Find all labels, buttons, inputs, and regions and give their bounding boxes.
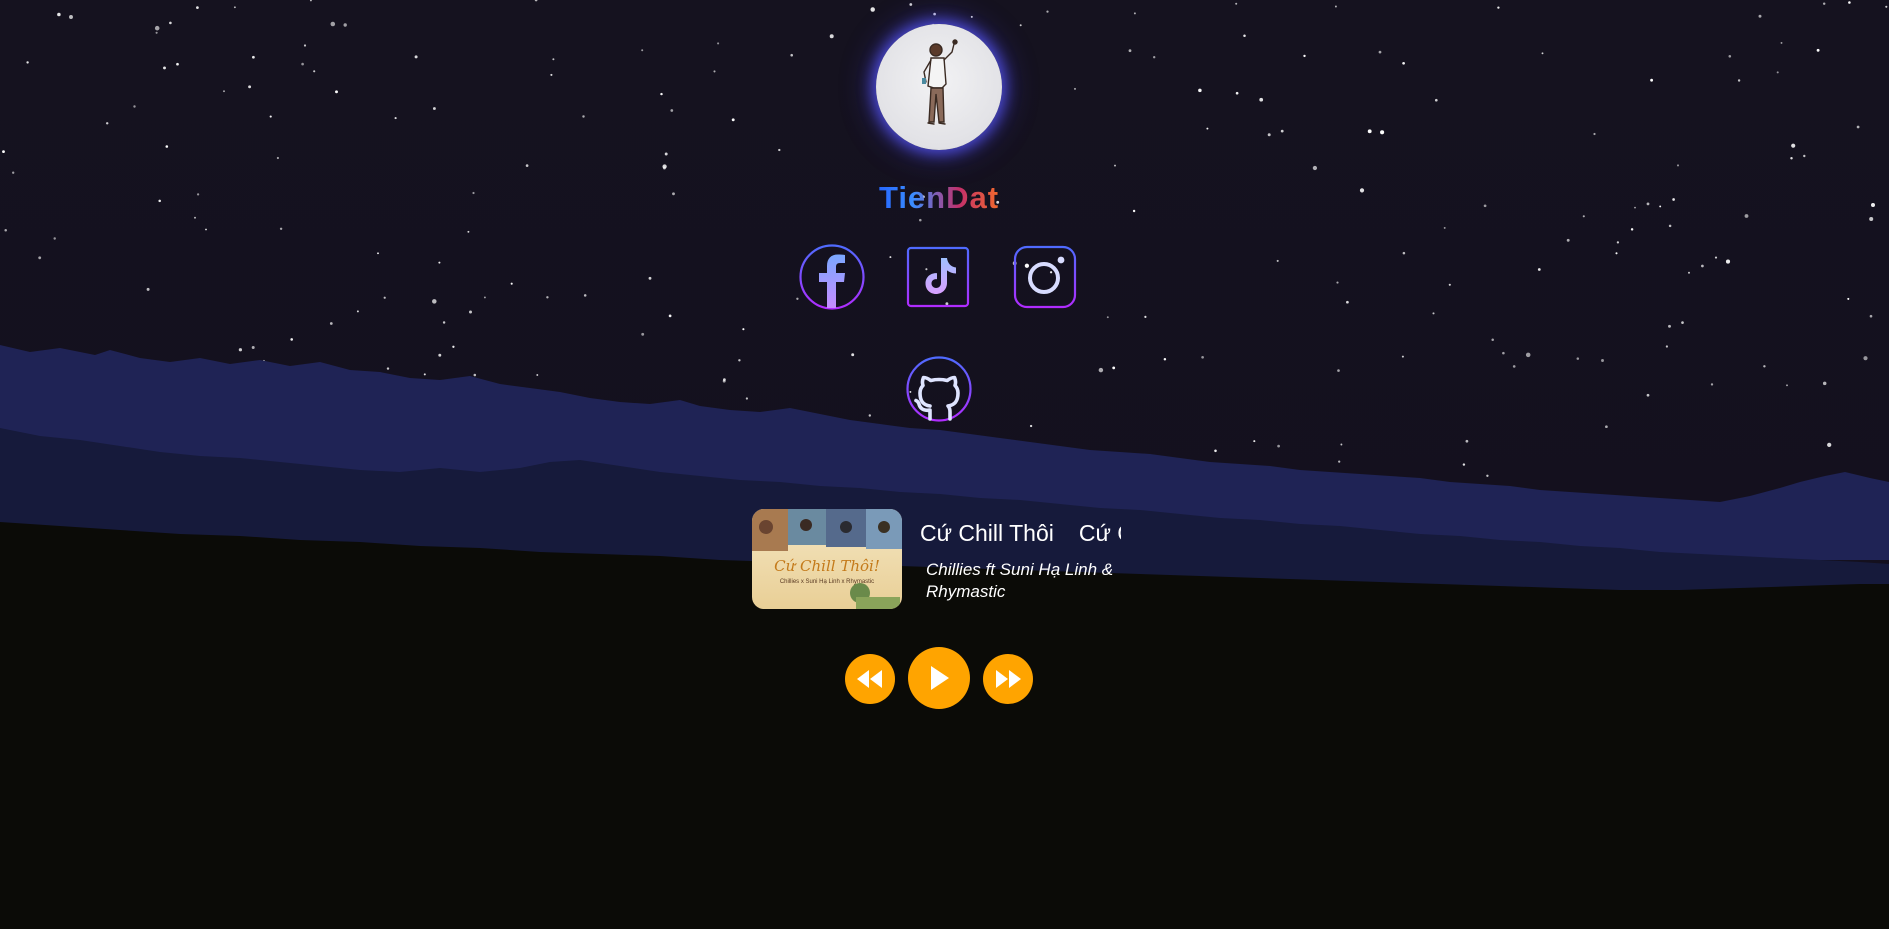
track-artist: Chillies ft Suni Hạ Linh & Rhymastic xyxy=(926,560,1114,601)
album-cover: Cứ Chill Thôi! Chillies x Suni Hạ Linh x… xyxy=(752,509,902,609)
album-cover-title: Cứ Chill Thôi! xyxy=(774,557,880,575)
instagram-link[interactable] xyxy=(1012,244,1078,310)
avatar xyxy=(876,24,1002,150)
facebook-link[interactable] xyxy=(799,244,865,310)
play-icon xyxy=(931,666,949,690)
profile-name: TienDat xyxy=(867,176,1011,220)
fast-forward-icon xyxy=(996,670,1021,688)
album-cover-subtitle: Chillies x Suni Hạ Linh x Rhymastic xyxy=(780,579,874,585)
album-cover-image: Cứ Chill Thôi! Chillies x Suni Hạ Linh x… xyxy=(752,509,902,609)
profile-name-text: TienDat xyxy=(867,176,1011,220)
previous-button[interactable] xyxy=(845,654,895,704)
tiktok-icon xyxy=(906,246,970,308)
rewind-icon xyxy=(857,670,882,688)
next-button[interactable] xyxy=(983,654,1033,704)
person-illustration xyxy=(922,39,958,125)
instagram-icon xyxy=(1013,245,1077,309)
track-title-repeat: Cứ Chill Thôi xyxy=(1078,520,1121,546)
github-icon xyxy=(906,356,972,422)
track-title-marquee: Cứ Chill Thôi Cứ Chill Thôi xyxy=(920,516,1121,550)
track-title: Cứ Chill Thôi xyxy=(920,520,1054,546)
github-link[interactable] xyxy=(906,356,972,422)
profile-card: TienDat Cứ Chill Thôi! Chillies x Suni H… xyxy=(0,0,1889,929)
facebook-icon xyxy=(799,244,865,310)
tiktok-link[interactable] xyxy=(906,244,972,310)
play-button[interactable] xyxy=(908,647,970,709)
